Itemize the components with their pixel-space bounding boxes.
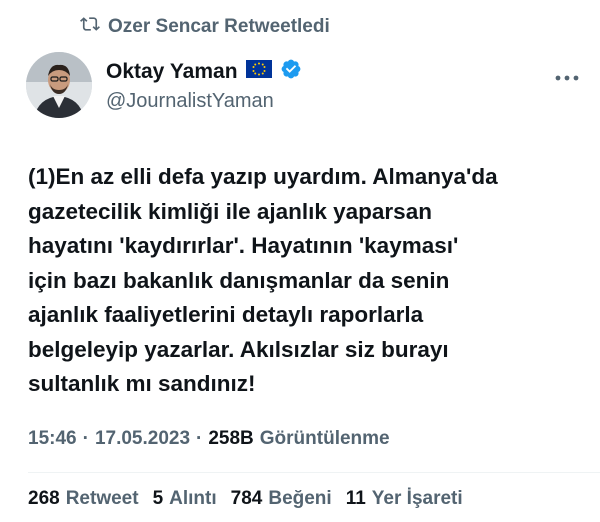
quotes-count: 5 <box>152 488 164 509</box>
likes-count: 784 <box>230 488 263 509</box>
more-icon[interactable] <box>554 62 580 88</box>
retweet-label: Ozer Sencar Retweetledi <box>108 16 330 37</box>
divider <box>28 472 600 473</box>
retweets-count: 268 <box>28 488 60 509</box>
retweet-header[interactable]: Ozer Sencar Retweetledi <box>80 14 330 40</box>
tweet-text: (1)En az elli defa yazıp uyardım. Almany… <box>28 164 498 396</box>
views-label: Görüntülenme <box>259 428 390 449</box>
eu-flag-icon <box>245 60 272 84</box>
meta-separator: · <box>196 428 203 449</box>
author-handle[interactable]: @JournalistYaman <box>106 90 274 113</box>
avatar[interactable] <box>26 52 92 118</box>
likes-label: Beğeni <box>268 488 332 509</box>
bookmarks-count: 11 <box>345 488 366 509</box>
quotes-stat[interactable]: 5 Alıntı <box>153 488 217 510</box>
retweet-icon <box>80 14 100 40</box>
quotes-label: Alıntı <box>169 488 217 509</box>
tweet-date[interactable]: 17.05.2023 <box>95 428 190 450</box>
engagement-stats: 268 Retweet 5 Alıntı 784 Beğeni 11 Yer İ… <box>28 488 463 510</box>
likes-stat[interactable]: 784 Beğeni <box>231 488 332 510</box>
author-name-row[interactable]: Oktay Yaman <box>106 58 302 86</box>
tweet-time[interactable]: 15:46 <box>28 428 77 450</box>
retweets-label: Retweet <box>65 488 139 509</box>
meta-separator: · <box>82 428 89 449</box>
verified-badge-icon[interactable] <box>280 58 302 86</box>
retweets-stat[interactable]: 268 Retweet <box>28 488 139 510</box>
author-name[interactable]: Oktay Yaman <box>106 60 238 84</box>
views-count: 258B <box>208 428 254 449</box>
tweet-meta: 15:46 · 17.05.2023 · 258B Görüntülenme <box>28 428 390 450</box>
bookmarks-label: Yer İşareti <box>371 488 463 509</box>
bookmarks-stat[interactable]: 11 Yer İşareti <box>346 488 463 510</box>
